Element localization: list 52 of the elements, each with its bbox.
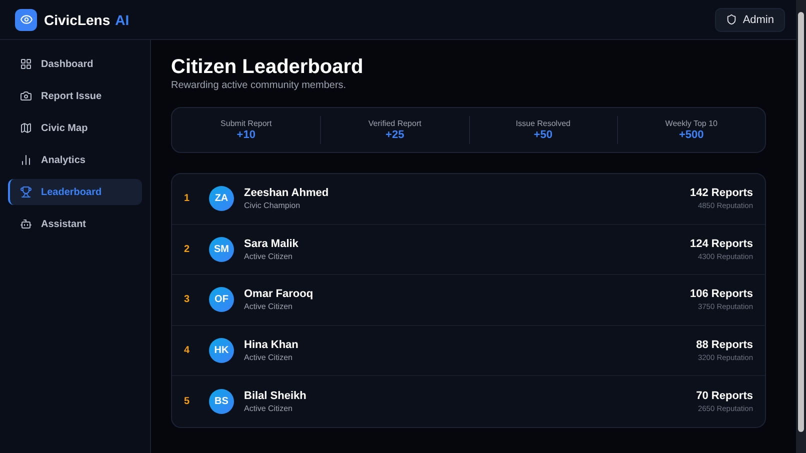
- points-value: +500: [678, 129, 704, 141]
- avatar: HK: [209, 338, 234, 364]
- points-label: Issue Resolved: [516, 119, 570, 128]
- scrollbar[interactable]: [796, 0, 806, 453]
- eye-icon: [15, 8, 37, 30]
- avatar: ZA: [209, 186, 234, 212]
- nav-icon: [20, 122, 32, 134]
- citizen-title: Active Citizen: [244, 353, 294, 362]
- report-count: 142 Reports: [690, 187, 753, 200]
- sidebar-item[interactable]: Report Issue: [8, 83, 142, 109]
- shield-icon: [726, 14, 737, 25]
- sidebar-item[interactable]: Leaderboard: [8, 179, 142, 205]
- citizen-name: Zeeshan Ahmed: [244, 187, 330, 200]
- avatar: BS: [209, 389, 234, 414]
- report-count: 70 Reports: [696, 390, 753, 402]
- citizen-title: Civic Champion: [244, 201, 302, 210]
- points-label: Submit Report: [220, 119, 272, 128]
- points-value: +25: [386, 129, 404, 141]
- citizen-title: Active Citizen: [244, 302, 294, 312]
- points-value: +50: [534, 129, 552, 141]
- rank-number: 3: [184, 294, 191, 306]
- nav-icon: [20, 154, 32, 166]
- report-count: 124 Reports: [690, 238, 753, 250]
- sidebar-item[interactable]: Dashboard: [8, 51, 142, 77]
- nav-icon: [20, 58, 32, 70]
- sidebar-item[interactable]: Civic Map: [8, 115, 142, 141]
- rank-number: 1: [184, 193, 191, 204]
- sidebar-item[interactable]: Analytics: [8, 147, 142, 173]
- nav-icon: [20, 218, 32, 230]
- points-label: Weekly Top 10: [665, 119, 718, 128]
- points-value: +10: [236, 129, 256, 141]
- report-count: 88 Reports: [696, 339, 753, 352]
- avatar: SM: [209, 236, 234, 262]
- report-count: 106 Reports: [690, 288, 753, 300]
- citizen-name: Bilal Sheikh: [244, 390, 308, 402]
- nav-icon: [20, 90, 32, 102]
- admin-button[interactable]: Admin: [714, 8, 785, 32]
- citizen-title: Active Citizen: [244, 404, 294, 414]
- page-title: Citizen Leaderboard: [171, 56, 364, 79]
- avatar: OF: [209, 287, 234, 312]
- rank-number: 4: [184, 345, 191, 356]
- points-label: Verified Report: [368, 119, 422, 128]
- nav-icon: [20, 186, 32, 198]
- citizen-name: Hina Khan: [244, 339, 300, 352]
- app-name: CivicLens AI: [44, 12, 130, 28]
- citizen-name: Omar Farooq: [244, 288, 314, 300]
- page-subtitle: Rewarding active community members.: [171, 80, 348, 91]
- citizen-name: Sara Malik: [244, 238, 300, 250]
- sidebar-item[interactable]: Assistant: [8, 211, 142, 237]
- rank-number: 2: [184, 244, 191, 255]
- rank-number: 5: [184, 396, 191, 408]
- citizen-title: Active Citizen: [244, 252, 294, 261]
